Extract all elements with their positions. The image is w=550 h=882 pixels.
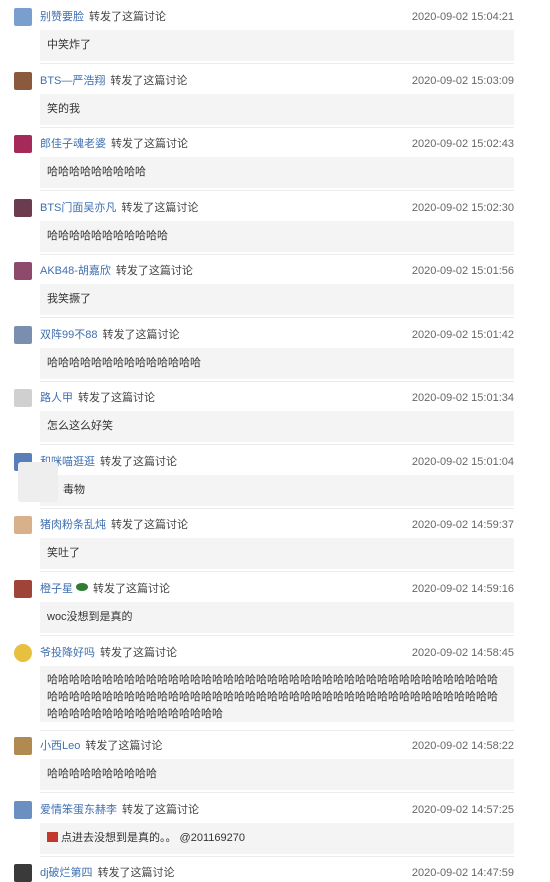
repost-action-text: 转发了这篇讨论 (89, 11, 166, 23)
comment-text: 哈哈哈哈哈哈哈哈哈哈哈 (47, 230, 168, 242)
avatar[interactable] (14, 199, 32, 217)
comment-bubble: 哈哈哈哈哈哈哈哈哈哈哈哈哈哈 (40, 348, 514, 379)
comment-text: 哈哈哈哈哈哈哈哈哈哈哈哈哈哈哈哈哈哈哈哈哈哈哈哈哈哈哈哈哈哈哈哈哈哈哈哈哈哈哈哈… (47, 674, 498, 720)
comment-bubble: 哈哈哈哈哈哈哈哈哈哈哈 (40, 221, 514, 252)
redaction-patch (18, 462, 58, 502)
comment-bubble: woc没想到是真的 (40, 602, 514, 633)
timestamp: 2020-09-02 14:59:16 (411, 583, 514, 595)
badge-icon (76, 583, 88, 591)
timestamp: 2020-09-02 14:57:25 (411, 804, 514, 816)
comment-text: 哈哈哈哈哈哈哈哈哈 (47, 166, 146, 178)
avatar[interactable] (14, 8, 32, 26)
username-link[interactable]: 小西Leo (40, 740, 80, 752)
divider (40, 571, 514, 572)
timestamp: 2020-09-02 15:01:04 (411, 456, 514, 468)
repost-action-text: 转发了这篇讨论 (102, 329, 180, 341)
avatar[interactable] (14, 580, 32, 598)
comment-text: 点进去没想到是真的。。 @201169270 (61, 832, 245, 844)
avatar[interactable] (14, 72, 32, 90)
repost-action-text: 转发了这篇讨论 (111, 519, 188, 531)
divider (40, 317, 514, 318)
repost-action-text: 转发了这篇讨论 (85, 740, 163, 752)
comment-text: woc没想到是真的 (47, 611, 133, 623)
divider (40, 508, 514, 509)
divider (40, 792, 514, 793)
comment-bubble: 点进去没想到是真的。。 @201169270 (40, 823, 514, 854)
repost-action-text: 转发了这篇讨论 (100, 456, 177, 468)
timestamp: 2020-09-02 14:58:22 (411, 740, 514, 752)
timestamp: 2020-09-02 14:58:45 (411, 647, 514, 659)
comment-bubble: 笑吐了 (40, 538, 514, 569)
comment-text: 怎么这么好笑 (47, 420, 113, 432)
comment-text: 我笑撅了 (47, 293, 91, 305)
username-link[interactable]: 别赞要脸 (40, 11, 84, 23)
repost-action-text: 转发了这篇讨论 (100, 647, 177, 659)
avatar[interactable] (14, 262, 32, 280)
comment-text: 中笑炸了 (47, 39, 91, 51)
divider (40, 730, 514, 731)
divider (40, 444, 514, 445)
comment-text: 笑的我 (47, 103, 80, 115)
avatar[interactable] (14, 516, 32, 534)
username-link[interactable]: BTS门面吴亦凡 (40, 202, 116, 214)
username-link[interactable]: 爱情笨蛋东赫李 (40, 804, 117, 816)
avatar[interactable] (14, 326, 32, 344)
timestamp: 2020-09-02 15:02:30 (411, 202, 514, 214)
divider (40, 381, 514, 382)
timestamp: 2020-09-02 15:01:34 (411, 392, 514, 404)
avatar[interactable] (14, 801, 32, 819)
avatar[interactable] (14, 644, 32, 662)
divider (40, 254, 514, 255)
avatar[interactable] (14, 864, 32, 882)
comment-text: 毒物 (63, 484, 85, 496)
username-link[interactable]: 橙子星 (40, 583, 73, 595)
divider (40, 63, 514, 64)
username-link[interactable]: BTS—严浩翔 (40, 75, 105, 87)
repost-feed: 别赞要脸 转发了这篇讨论 2020-09-02 15:04:21 中笑炸了 BTS… (0, 0, 550, 882)
flag-emoji-icon (47, 832, 58, 842)
repost-action-text: 转发了这篇讨论 (93, 583, 170, 595)
username-link[interactable]: 猪肉粉条乱炖 (40, 519, 106, 531)
comment-bubble: 哈哈哈哈哈哈哈哈哈 (40, 157, 514, 188)
timestamp: 2020-09-02 15:04:21 (411, 11, 514, 23)
avatar[interactable] (14, 135, 32, 153)
comment-bubble: 哈哈哈哈哈哈哈哈哈哈 (40, 759, 514, 790)
repost-action-text: 转发了这篇讨论 (78, 392, 155, 404)
username-link[interactable]: 爷投降好吗 (40, 647, 95, 659)
timestamp: 2020-09-02 14:47:59 (411, 867, 514, 879)
comment-bubble: 我笑撅了 (40, 284, 514, 315)
comment-bubble: 哈哈哈哈哈哈哈哈哈哈哈哈哈哈哈哈哈哈哈哈哈哈哈哈哈哈哈哈哈哈哈哈哈哈哈哈哈哈哈哈… (40, 666, 514, 722)
username-link[interactable]: 郎佳子魂老婆 (40, 138, 106, 150)
username-link[interactable]: dj破烂第四 (40, 867, 93, 879)
timestamp: 2020-09-02 14:59:37 (411, 519, 514, 531)
comment-text: 笑吐了 (47, 547, 80, 559)
comment-bubble: 怎么这么好笑 (40, 411, 514, 442)
timestamp: 2020-09-02 15:01:56 (411, 265, 514, 277)
repost-action-text: 转发了这篇讨论 (115, 265, 193, 277)
username-link[interactable]: 双阵99不88 (40, 329, 97, 341)
repost-action-text: 转发了这篇讨论 (97, 867, 175, 879)
comment-text: 哈哈哈哈哈哈哈哈哈哈 (47, 768, 157, 780)
username-link[interactable]: AKB48-胡嘉欣 (40, 265, 111, 277)
comment-bubble: 笑的我 (40, 94, 514, 125)
timestamp: 2020-09-02 15:03:09 (411, 75, 514, 87)
comment-text: 哈哈哈哈哈哈哈哈哈哈哈哈哈哈 (47, 357, 201, 369)
avatar[interactable] (14, 389, 32, 407)
username-link[interactable]: 路人甲 (40, 392, 73, 404)
avatar[interactable] (14, 737, 32, 755)
divider (40, 190, 514, 191)
comment-bubble: 中笑炸了 (40, 30, 514, 61)
timestamp: 2020-09-02 15:01:42 (411, 329, 514, 341)
repost-action-text: 转发了这篇讨论 (121, 202, 199, 214)
timestamp: 2020-09-02 15:02:43 (411, 138, 514, 150)
divider (40, 635, 514, 636)
comment-bubble: 毒物 (40, 475, 514, 506)
divider (40, 856, 514, 857)
repost-action-text: 转发了这篇讨论 (122, 804, 199, 816)
divider (40, 127, 514, 128)
repost-action-text: 转发了这篇讨论 (111, 138, 188, 150)
repost-action-text: 转发了这篇讨论 (110, 75, 188, 87)
